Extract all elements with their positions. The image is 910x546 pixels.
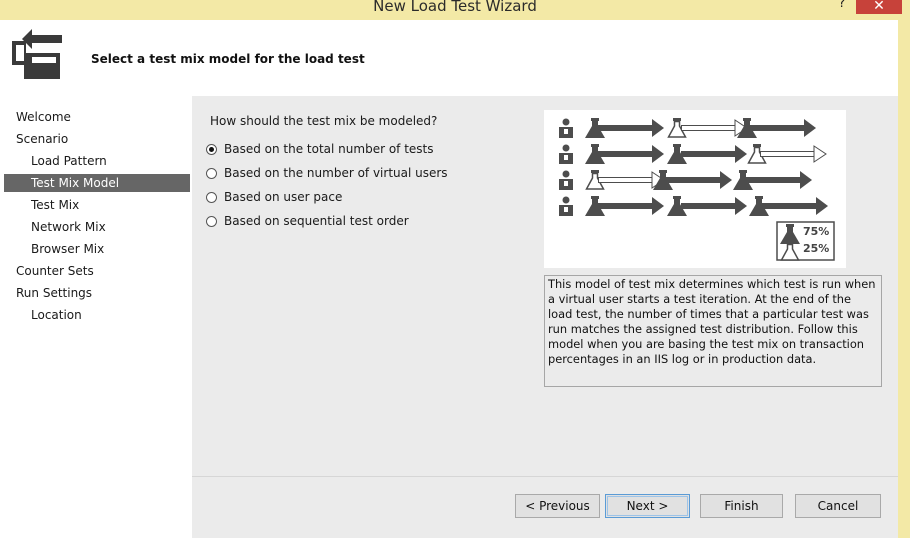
nav-item-load-pattern[interactable]: Load Pattern bbox=[4, 152, 217, 170]
next-button[interactable]: Next > bbox=[605, 494, 690, 518]
option-label: Based on user pace bbox=[224, 190, 343, 204]
nav-item-scenario[interactable]: Scenario bbox=[4, 130, 202, 148]
legend-solid-label: 75% bbox=[803, 225, 830, 238]
wizard-footer: < Previous Next > Finish Cancel bbox=[192, 476, 898, 539]
nav-item-browser-mix[interactable]: Browser Mix bbox=[4, 240, 217, 258]
radio-button[interactable] bbox=[206, 167, 217, 179]
wizard-icon bbox=[8, 27, 64, 83]
nav-item-test-mix[interactable]: Test Mix bbox=[4, 196, 217, 214]
option-label: Based on sequential test order bbox=[224, 214, 409, 228]
window-title: New Load Test Wizard bbox=[373, 0, 537, 15]
option-label: Based on the total number of tests bbox=[224, 142, 434, 156]
radio-button[interactable] bbox=[206, 191, 217, 203]
nav-item-counter-sets[interactable]: Counter Sets bbox=[4, 262, 202, 280]
nav-item-test-mix-model[interactable]: Test Mix Model bbox=[4, 174, 190, 192]
model-description: This model of test mix determines which … bbox=[544, 275, 882, 387]
nav-item-location[interactable]: Location bbox=[4, 306, 217, 324]
close-button[interactable]: ✕ bbox=[856, 0, 902, 14]
radio-button[interactable] bbox=[206, 143, 217, 155]
wizard-client: Select a test mix model for the load tes… bbox=[0, 20, 898, 539]
option-sequential-order[interactable]: Based on sequential test order bbox=[206, 213, 409, 229]
help-button[interactable]: ? bbox=[832, 0, 852, 14]
background-strip bbox=[0, 538, 910, 546]
nav-item-welcome[interactable]: Welcome bbox=[4, 108, 202, 126]
legend-outline-label: 25% bbox=[803, 242, 830, 255]
title-bar[interactable]: New Load Test Wizard ? ✕ bbox=[0, 0, 910, 20]
wizard-nav: Welcome Scenario Load Pattern Test Mix M… bbox=[0, 96, 192, 538]
wizard-header: Select a test mix model for the load tes… bbox=[0, 20, 898, 96]
option-label: Based on the number of virtual users bbox=[224, 166, 448, 180]
option-total-tests[interactable]: Based on the total number of tests bbox=[206, 141, 434, 157]
option-user-pace[interactable]: Based on user pace bbox=[206, 189, 342, 205]
nav-item-run-settings[interactable]: Run Settings bbox=[4, 284, 202, 302]
finish-button[interactable]: Finish bbox=[700, 494, 783, 518]
previous-button[interactable]: < Previous bbox=[515, 494, 600, 518]
wizard-window: New Load Test Wizard ? ✕ Select a test m… bbox=[0, 0, 910, 546]
option-virtual-users[interactable]: Based on the number of virtual users bbox=[206, 165, 448, 181]
nav-item-network-mix[interactable]: Network Mix bbox=[4, 218, 217, 236]
main-panel: How should the test mix be modeled? Base… bbox=[192, 96, 898, 476]
radio-button[interactable] bbox=[206, 215, 217, 227]
test-mix-diagram: 75% 25% bbox=[544, 110, 846, 268]
question-label: How should the test mix be modeled? bbox=[210, 114, 438, 128]
cancel-button[interactable]: Cancel bbox=[795, 494, 881, 518]
page-title: Select a test mix model for the load tes… bbox=[91, 52, 365, 66]
